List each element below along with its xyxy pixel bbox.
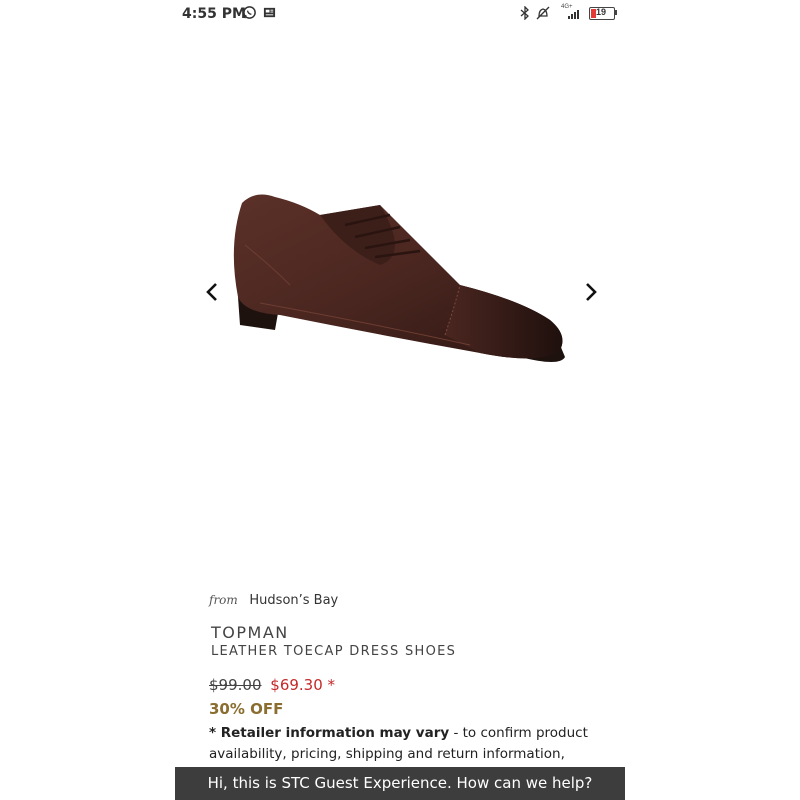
battery-tip: [615, 10, 617, 15]
status-bar: 4:55 PM 4G+ 19: [175, 0, 625, 28]
chevron-left-icon: [206, 283, 217, 301]
product-image[interactable]: [230, 185, 570, 395]
bluetooth-icon: [520, 5, 530, 23]
discount-badge: 30% OFF: [209, 700, 284, 718]
chat-prompt-bar[interactable]: Hi, this is STC Guest Experience. How ca…: [175, 767, 625, 800]
battery-level: 19: [596, 7, 607, 17]
price-line: $99.00 $69.30 *: [209, 676, 335, 694]
battery-icon: 19: [589, 7, 615, 20]
sale-price: $69.30 *: [270, 676, 336, 694]
retailer-name[interactable]: Hudson’s Bay: [249, 593, 338, 608]
whatsapp-icon: [242, 5, 257, 23]
from-label: from: [209, 593, 238, 607]
carousel-next-button[interactable]: [581, 280, 601, 304]
retailer-line: from Hudson’s Bay: [209, 592, 338, 608]
original-price: $99.00: [209, 676, 262, 694]
carousel-prev-button[interactable]: [202, 280, 222, 304]
product-name: LEATHER TOECAP DRESS SHOES: [211, 644, 457, 659]
status-time: 4:55 PM: [182, 6, 246, 22]
product-brand[interactable]: TOPMAN: [211, 623, 289, 642]
news-icon: [263, 6, 276, 22]
chevron-right-icon: [586, 283, 597, 301]
alarm-off-icon: [536, 6, 550, 23]
phone-screen: 4:55 PM 4G+ 19 from Hudson’s Bay TOPMAN …: [175, 0, 625, 800]
disclaimer-heading: * Retailer information may vary: [209, 725, 450, 741]
signal-icon: [568, 9, 582, 19]
